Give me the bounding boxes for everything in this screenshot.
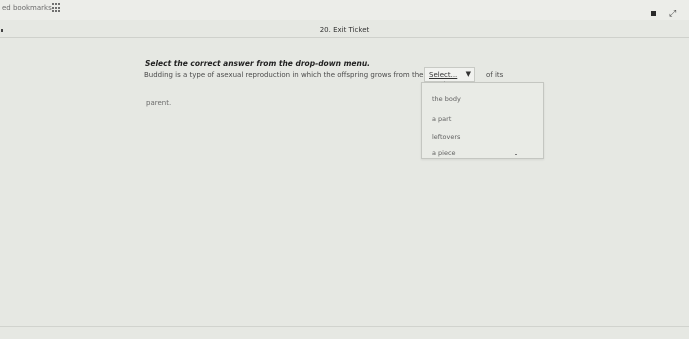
chevron-down-icon: ▼ <box>465 70 471 78</box>
header-divider <box>0 37 689 38</box>
dropdown-option[interactable]: the body <box>432 95 461 103</box>
dropdown-menu: the body a part leftovers a piece <box>421 82 544 159</box>
square-icon[interactable] <box>651 11 656 16</box>
apps-grid-icon[interactable] <box>52 3 62 13</box>
small-mark <box>515 154 517 155</box>
question-text: Budding is a type of asexual reproductio… <box>144 71 424 79</box>
dropdown-option[interactable]: a piece <box>432 149 456 157</box>
question-instruction: Select the correct answer from the drop-… <box>145 59 371 68</box>
dropdown-option[interactable]: a part <box>432 115 451 123</box>
bookmarks-label[interactable]: ed bookmarks <box>2 4 52 12</box>
bottom-divider <box>0 326 689 327</box>
dropdown-option[interactable]: leftovers <box>432 133 460 141</box>
answer-dropdown[interactable]: Select... ▼ <box>424 67 475 82</box>
dropdown-selected-value: Select... <box>429 70 458 79</box>
page-title: 20. Exit Ticket <box>319 26 370 34</box>
question-text-after: of its <box>486 71 504 79</box>
expand-icon[interactable]: ⤢ <box>669 9 676 19</box>
question-text-end: parent. <box>146 99 172 107</box>
browser-toolbar: ed bookmarks ⤢ <box>0 0 689 20</box>
